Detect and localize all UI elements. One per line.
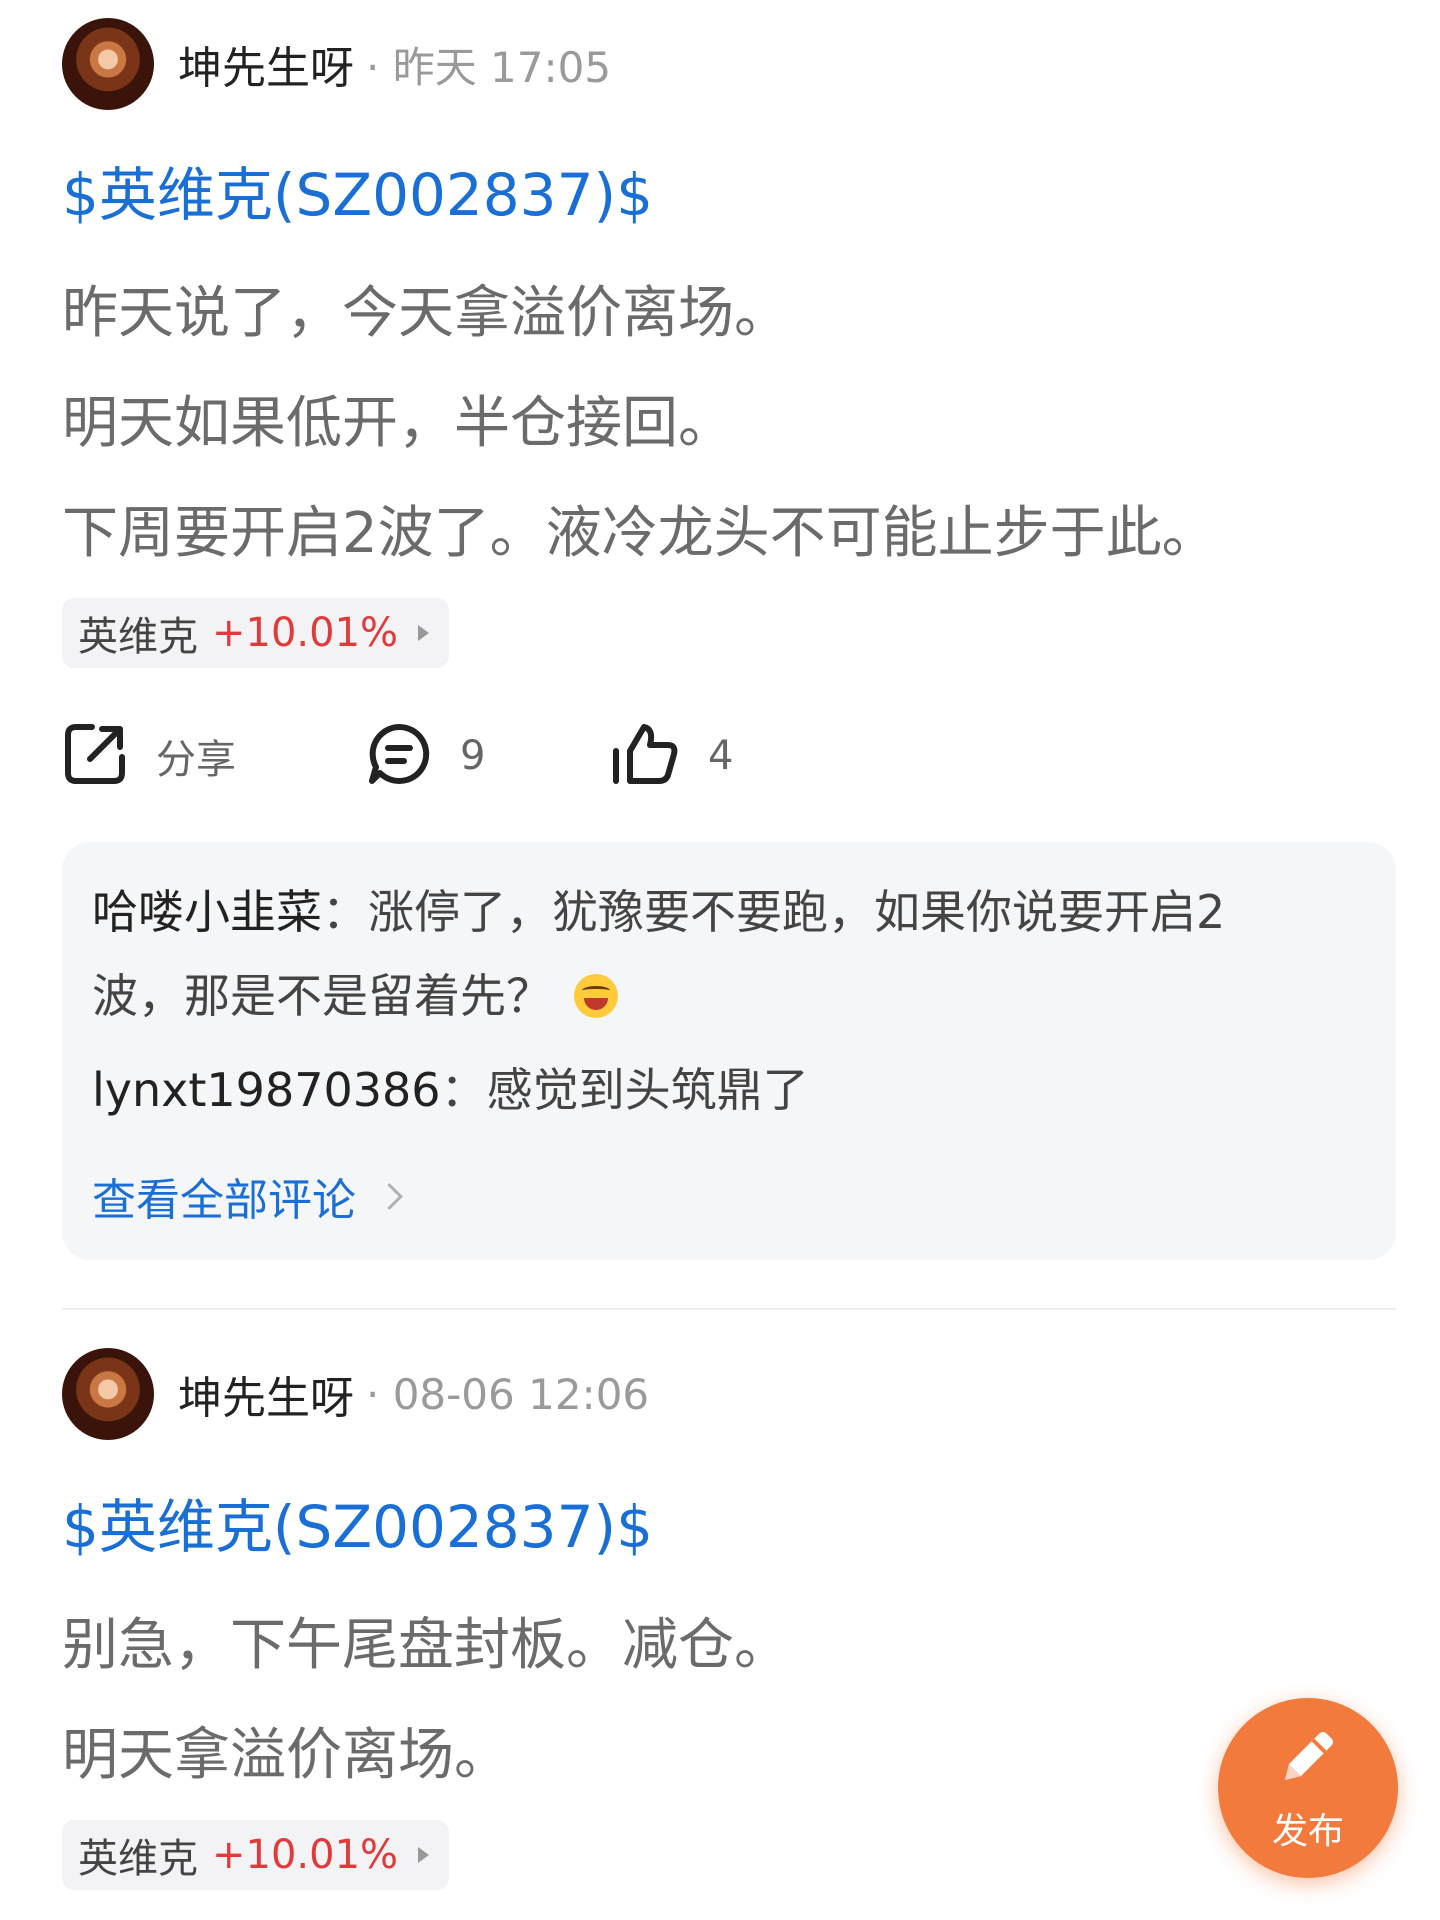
stock-cashtag-link[interactable]: $英维克(SZ002837)$ <box>62 1480 653 1564</box>
stock-chip-name: 英维克 <box>78 614 198 660</box>
stock-chip[interactable]: 英维克 +10.01% <box>62 598 450 668</box>
author-name[interactable]: 坤先生呀 <box>178 32 354 96</box>
share-button[interactable]: 分享 <box>62 716 236 796</box>
publish-fab-button[interactable]: 发布 <box>1218 1698 1398 1878</box>
stock-chip-change: +10.01% <box>212 1832 399 1878</box>
comment-user[interactable]: 哈喽小韭菜 <box>92 885 322 939</box>
post-paragraph: 明天如果低开，半仓接回。 <box>62 391 734 456</box>
like-count: 4 <box>708 733 734 779</box>
stock-chip-name: 英维克 <box>78 1836 198 1882</box>
post-timestamp: · 08-06 12:06 <box>366 1369 650 1419</box>
comment-text: ：感觉到头筑鼎了 <box>440 1063 809 1117</box>
thumbs-up-icon <box>610 721 680 791</box>
stock-cashtag-link[interactable]: $英维克(SZ002837)$ <box>62 148 653 232</box>
comment-count: 9 <box>460 733 486 779</box>
comment-item-continued: 波，那是不是留着先？ <box>92 960 618 1026</box>
comment-item[interactable]: lynxt19870386：感觉到头筑鼎了 <box>92 1054 809 1120</box>
post-actions: 分享 9 4 <box>62 716 962 796</box>
post-paragraph: 明天拿溢价离场。 <box>62 1723 510 1788</box>
comment-text: 波，那是不是留着先？ <box>92 969 552 1023</box>
post-paragraph: 别急，下午尾盘封板。减仓。 <box>62 1613 790 1678</box>
comment-item[interactable]: 哈喽小韭菜：涨停了，犹豫要不要跑，如果你说要开启2 <box>92 876 1225 942</box>
post-divider <box>62 1308 1396 1310</box>
chip-arrow-icon <box>418 625 430 641</box>
avatar[interactable] <box>62 18 154 110</box>
post-header: 坤先生呀 · 08-06 12:06 <box>62 1346 649 1442</box>
share-icon <box>62 721 128 791</box>
post-paragraph: 昨天说了，今天拿溢价离场。 <box>62 281 790 346</box>
avatar[interactable] <box>62 1348 154 1440</box>
like-button[interactable]: 4 <box>610 716 733 796</box>
publish-label: 发布 <box>1271 1811 1344 1852</box>
view-all-label: 查看全部评论 <box>92 1175 356 1226</box>
share-label: 分享 <box>156 737 236 783</box>
post-header: 坤先生呀 · 昨天 17:05 <box>62 16 611 112</box>
chevron-right-icon <box>376 1182 403 1210</box>
chip-arrow-icon <box>418 1847 430 1863</box>
pencil-icon <box>1273 1722 1343 1796</box>
comment-button[interactable]: 9 <box>366 716 485 796</box>
comment-user[interactable]: lynxt19870386 <box>92 1063 441 1117</box>
comment-preview-box[interactable]: 哈喽小韭菜：涨停了，犹豫要不要跑，如果你说要开启2 波，那是不是留着先？ lyn… <box>62 842 1396 1260</box>
comment-bubble-icon <box>366 721 432 791</box>
comment-text: ：涨停了，犹豫要不要跑，如果你说要开启2 <box>322 885 1226 939</box>
author-name[interactable]: 坤先生呀 <box>178 1362 354 1426</box>
view-all-comments-link[interactable]: 查看全部评论 <box>92 1164 403 1228</box>
post-paragraph: 下周要开启2波了。液冷龙头不可能止步于此。 <box>62 501 1218 566</box>
post-timestamp: · 昨天 17:05 <box>366 42 612 92</box>
laughing-tears-emoji-icon <box>574 974 618 1018</box>
stock-chip[interactable]: 英维克 +10.01% <box>62 1820 450 1890</box>
stock-chip-change: +10.01% <box>212 610 399 656</box>
